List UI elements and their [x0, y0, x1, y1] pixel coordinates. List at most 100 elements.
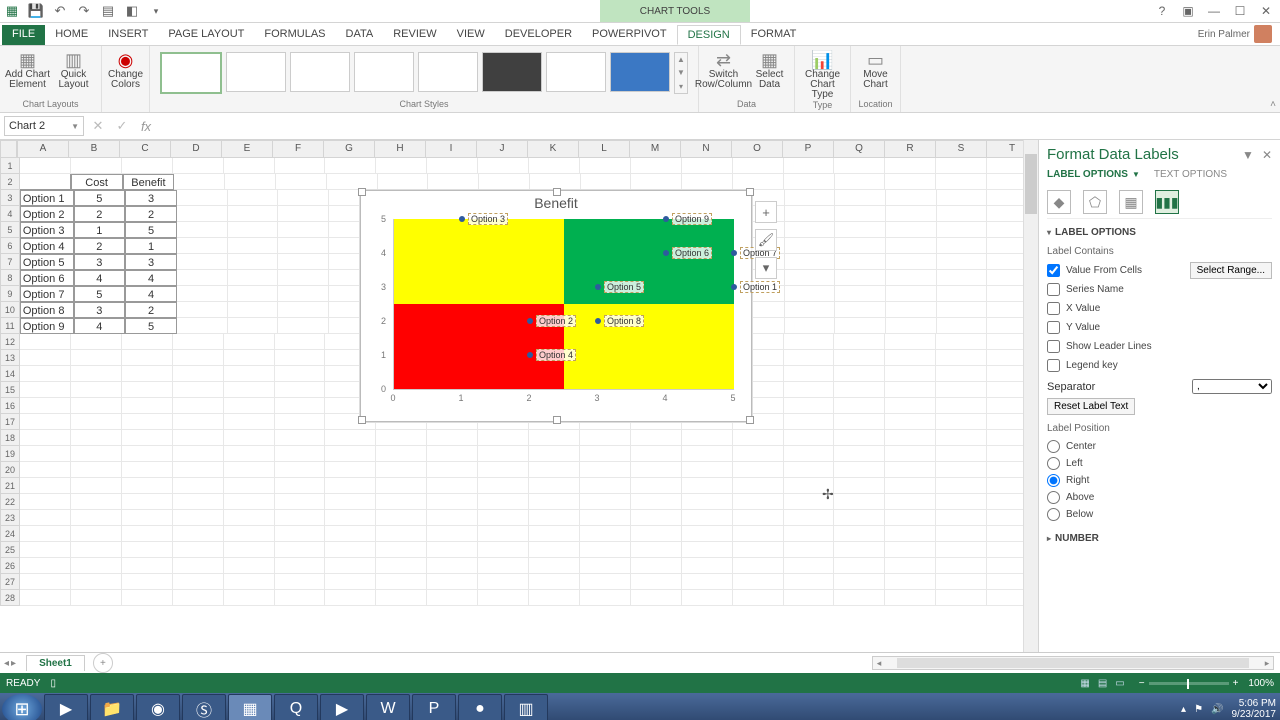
formula-input[interactable] — [160, 116, 1276, 136]
resize-handle[interactable] — [746, 188, 754, 196]
cell[interactable] — [427, 542, 478, 558]
cell[interactable] — [71, 526, 122, 542]
cell[interactable] — [785, 318, 836, 334]
position-right-radio[interactable]: Right — [1047, 474, 1272, 487]
cell[interactable] — [733, 494, 784, 510]
row-header-3[interactable]: 3 — [0, 190, 20, 206]
cell[interactable] — [784, 174, 835, 190]
cell[interactable] — [20, 494, 71, 510]
row-header-23[interactable]: 23 — [0, 510, 20, 526]
cell[interactable]: 4 — [74, 318, 126, 334]
cell[interactable] — [835, 286, 886, 302]
data-label[interactable]: Option 4 — [536, 349, 576, 361]
cell[interactable] — [278, 286, 329, 302]
cell[interactable] — [834, 542, 885, 558]
cell[interactable] — [174, 174, 225, 190]
cell[interactable] — [278, 238, 329, 254]
cell[interactable] — [71, 542, 122, 558]
cell[interactable]: 2 — [74, 206, 126, 222]
taskbar-word[interactable]: W — [366, 694, 410, 720]
close-icon[interactable]: ✕ — [1256, 4, 1276, 18]
cell[interactable] — [733, 510, 784, 526]
cell[interactable] — [529, 158, 580, 174]
cell[interactable] — [631, 526, 682, 542]
cell[interactable] — [834, 526, 885, 542]
cell[interactable] — [529, 510, 580, 526]
cell[interactable] — [173, 590, 224, 606]
cell[interactable] — [936, 478, 987, 494]
cell[interactable] — [20, 462, 71, 478]
cell[interactable] — [228, 222, 279, 238]
data-label[interactable]: Option 1 — [740, 281, 780, 293]
cell[interactable] — [275, 414, 326, 430]
data-point[interactable] — [595, 318, 601, 324]
cell[interactable] — [682, 462, 733, 478]
cell[interactable] — [835, 318, 886, 334]
cell[interactable] — [173, 558, 224, 574]
undo-icon[interactable]: ↶ — [52, 3, 68, 19]
cell[interactable] — [122, 590, 173, 606]
data-point[interactable] — [663, 250, 669, 256]
cell[interactable] — [278, 270, 329, 286]
cell[interactable] — [733, 430, 784, 446]
cell[interactable] — [275, 558, 326, 574]
cell[interactable] — [275, 398, 326, 414]
cell[interactable] — [325, 590, 376, 606]
row-header-21[interactable]: 21 — [0, 478, 20, 494]
cell[interactable] — [580, 478, 631, 494]
cell[interactable] — [580, 446, 631, 462]
cell[interactable] — [784, 414, 835, 430]
cell[interactable] — [122, 494, 173, 510]
cell[interactable] — [580, 430, 631, 446]
cell[interactable] — [325, 446, 376, 462]
resize-handle[interactable] — [358, 188, 366, 196]
cell[interactable] — [478, 590, 529, 606]
cell[interactable] — [886, 318, 937, 334]
change-colors-button[interactable]: ◉Change Colors — [103, 48, 149, 90]
cell[interactable] — [733, 590, 784, 606]
data-label[interactable]: Option 2 — [536, 315, 576, 327]
resize-handle[interactable] — [553, 188, 561, 196]
cell[interactable]: Option 8 — [20, 302, 74, 318]
position-left-radio[interactable]: Left — [1047, 457, 1272, 470]
cell[interactable] — [122, 158, 173, 174]
cell[interactable] — [835, 206, 886, 222]
cell[interactable]: 5 — [125, 318, 177, 334]
row-header-4[interactable]: 4 — [0, 206, 20, 222]
cell[interactable] — [376, 158, 427, 174]
data-point[interactable] — [663, 216, 669, 222]
col-header-F[interactable]: F — [273, 140, 324, 158]
row-header-13[interactable]: 13 — [0, 350, 20, 366]
tab-powerpivot[interactable]: POWERPIVOT — [582, 25, 677, 45]
cell[interactable] — [885, 542, 936, 558]
cell[interactable] — [785, 238, 836, 254]
view-shortcuts[interactable]: ▦▤▭ — [1076, 678, 1128, 689]
cell[interactable]: Option 9 — [20, 318, 74, 334]
cell[interactable] — [733, 462, 784, 478]
qat-icon[interactable]: ▤ — [100, 3, 116, 19]
switch-row-col-button[interactable]: ⇄Switch Row/Column — [701, 48, 747, 90]
cell[interactable] — [631, 430, 682, 446]
cell[interactable] — [325, 558, 376, 574]
cell[interactable] — [122, 398, 173, 414]
col-header-M[interactable]: M — [630, 140, 681, 158]
chart-style-1[interactable] — [160, 52, 222, 94]
cancel-formula-icon[interactable]: ✕ — [88, 118, 108, 134]
help-icon[interactable]: ? — [1152, 4, 1172, 18]
row-header-20[interactable]: 20 — [0, 462, 20, 478]
cell[interactable] — [20, 174, 71, 190]
cell[interactable]: 4 — [74, 270, 126, 286]
col-header-E[interactable]: E — [222, 140, 273, 158]
cell[interactable] — [885, 158, 936, 174]
cell[interactable] — [580, 526, 631, 542]
cell[interactable] — [529, 494, 580, 510]
cell[interactable] — [478, 510, 529, 526]
cell[interactable]: Option 6 — [20, 270, 74, 286]
cell[interactable] — [224, 542, 275, 558]
chart-style-4[interactable] — [354, 52, 414, 92]
cell[interactable] — [20, 334, 71, 350]
cell[interactable] — [682, 558, 733, 574]
cell[interactable] — [937, 206, 988, 222]
cell[interactable] — [785, 270, 836, 286]
cell[interactable] — [886, 286, 937, 302]
